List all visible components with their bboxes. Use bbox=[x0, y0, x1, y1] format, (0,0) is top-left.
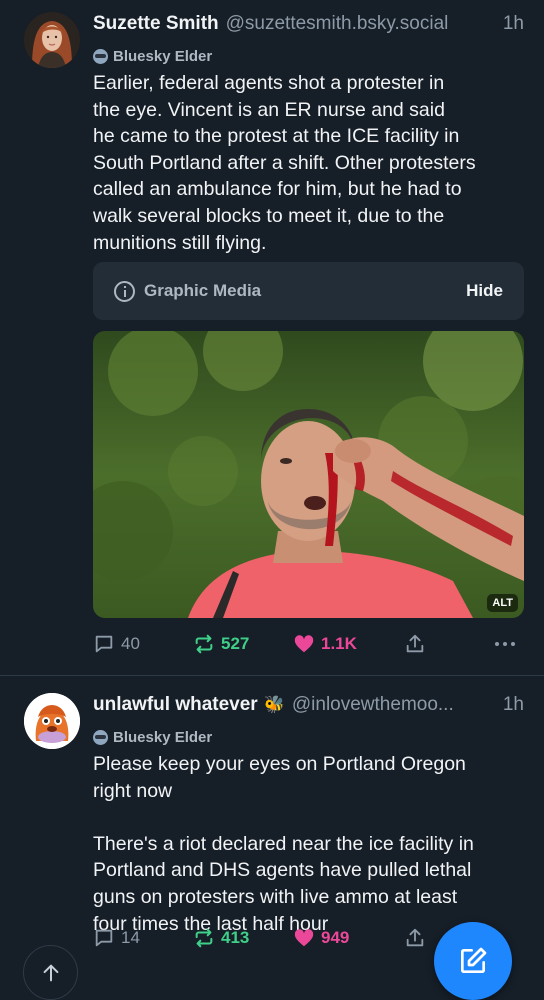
reply-count: 40 bbox=[121, 634, 140, 653]
content-warning-label: Graphic Media bbox=[144, 281, 262, 300]
content-warning-bar[interactable]: Graphic Media Hide bbox=[93, 262, 524, 320]
ellipsis-icon bbox=[495, 642, 515, 646]
hide-button[interactable]: Hide bbox=[466, 281, 503, 301]
like-count: 1.1K bbox=[321, 634, 357, 653]
repost-arrows-icon bbox=[195, 928, 213, 948]
info-icon bbox=[114, 280, 135, 302]
badge-icon bbox=[93, 729, 108, 745]
compose-button[interactable] bbox=[434, 922, 512, 1000]
avatar[interactable] bbox=[24, 12, 80, 68]
author-handle[interactable]: @inlovewthemoo... bbox=[292, 694, 495, 716]
post-image[interactable]: ALT bbox=[93, 331, 524, 618]
author-name[interactable]: Suzette Smith bbox=[93, 13, 219, 35]
post-text: Please keep your eyes on Portland Oregon… bbox=[93, 753, 474, 935]
like-button[interactable]: 1.1K bbox=[293, 630, 357, 658]
scroll-to-top-button[interactable] bbox=[23, 945, 78, 1000]
repost-count: 527 bbox=[221, 634, 250, 653]
post-actions: 40 527 1.1K bbox=[93, 630, 524, 658]
compose-pencil-icon bbox=[461, 947, 487, 973]
timestamp[interactable]: 1h bbox=[503, 13, 524, 35]
timestamp[interactable]: 1h bbox=[503, 694, 524, 716]
more-options-button[interactable] bbox=[493, 630, 523, 658]
alt-text-button[interactable]: ALT bbox=[487, 594, 518, 612]
post-suzette-smith[interactable]: Suzette Smith @suzettesmith.bsky.social … bbox=[0, 0, 544, 676]
avatar[interactable] bbox=[24, 693, 80, 749]
elder-badge: Bluesky Elder bbox=[93, 726, 212, 748]
reply-count: 14 bbox=[121, 928, 140, 947]
heart-icon bbox=[294, 929, 314, 947]
bee-emoji: 🐝 bbox=[263, 695, 285, 714]
like-count: 949 bbox=[321, 928, 350, 947]
repost-button[interactable]: 413 bbox=[193, 924, 249, 952]
like-button[interactable]: 949 bbox=[293, 924, 349, 952]
repost-count: 413 bbox=[221, 928, 250, 947]
author-handle[interactable]: @suzettesmith.bsky.social bbox=[226, 13, 495, 35]
arrow-up-icon bbox=[43, 964, 58, 981]
reply-button[interactable]: 14 bbox=[93, 924, 140, 952]
badge-label: Bluesky Elder bbox=[113, 47, 213, 65]
share-button[interactable] bbox=[404, 924, 432, 952]
post-header: Suzette Smith @suzettesmith.bsky.social … bbox=[93, 9, 524, 39]
heart-icon bbox=[294, 635, 314, 653]
share-button[interactable] bbox=[404, 630, 432, 658]
repost-button[interactable]: 527 bbox=[193, 630, 249, 658]
post-header: unlawful whatever 🐝 @inlovewthemoo... 1h bbox=[93, 690, 524, 720]
speech-bubble-icon bbox=[95, 635, 113, 653]
share-upload-icon bbox=[406, 634, 424, 653]
post-text: Earlier, federal agents shot a protester… bbox=[93, 72, 476, 254]
author-name[interactable]: unlawful whatever bbox=[93, 694, 258, 716]
badge-label: Bluesky Elder bbox=[113, 728, 213, 746]
badge-icon bbox=[93, 48, 108, 64]
elder-badge: Bluesky Elder bbox=[93, 45, 212, 67]
share-upload-icon bbox=[406, 928, 424, 947]
reply-button[interactable]: 40 bbox=[93, 630, 140, 658]
repost-arrows-icon bbox=[195, 634, 213, 654]
speech-bubble-icon bbox=[95, 929, 113, 947]
